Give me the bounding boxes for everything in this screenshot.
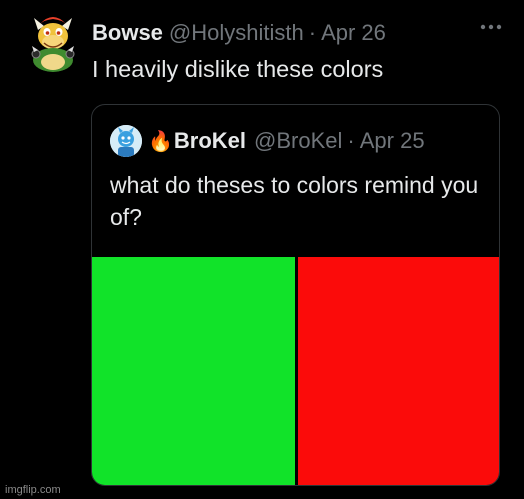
timestamp[interactable]: Apr 26 xyxy=(321,20,386,46)
more-horizontal-icon xyxy=(480,24,502,30)
blue-character-avatar-icon xyxy=(110,125,142,157)
quoted-separator: · xyxy=(347,128,355,153)
quoted-display-name[interactable]: BroKel xyxy=(174,128,246,154)
green-swatch xyxy=(92,257,295,485)
quoted-handle[interactable]: @BroKel xyxy=(254,128,342,154)
bowser-avatar-icon xyxy=(22,10,84,72)
quoted-tweet-header: 🔥 BroKel @BroKel · Apr 25 xyxy=(148,125,491,157)
quoted-tweet-text: what do theses to colors remind you of? xyxy=(110,172,479,230)
color-swatch-image[interactable] xyxy=(92,257,499,485)
separator: · xyxy=(308,20,317,45)
red-swatch xyxy=(298,257,499,485)
quoted-timestamp[interactable]: Apr 25 xyxy=(360,128,425,154)
watermark: imgflip.com xyxy=(5,484,61,496)
tweet-header: Bowse @Holyshitisth · Apr 26 xyxy=(92,16,524,50)
fire-icon: 🔥 xyxy=(148,130,173,153)
avatar[interactable] xyxy=(22,10,84,72)
more-options-button[interactable] xyxy=(476,12,506,42)
quoted-avatar[interactable] xyxy=(110,125,142,157)
quoted-tweet[interactable]: 🔥 BroKel @BroKel · Apr 25 what do theses… xyxy=(91,104,500,486)
handle[interactable]: @Holyshitisth xyxy=(169,20,304,46)
display-name[interactable]: Bowse xyxy=(92,20,163,46)
tweet-text: I heavily dislike these colors xyxy=(92,56,384,82)
